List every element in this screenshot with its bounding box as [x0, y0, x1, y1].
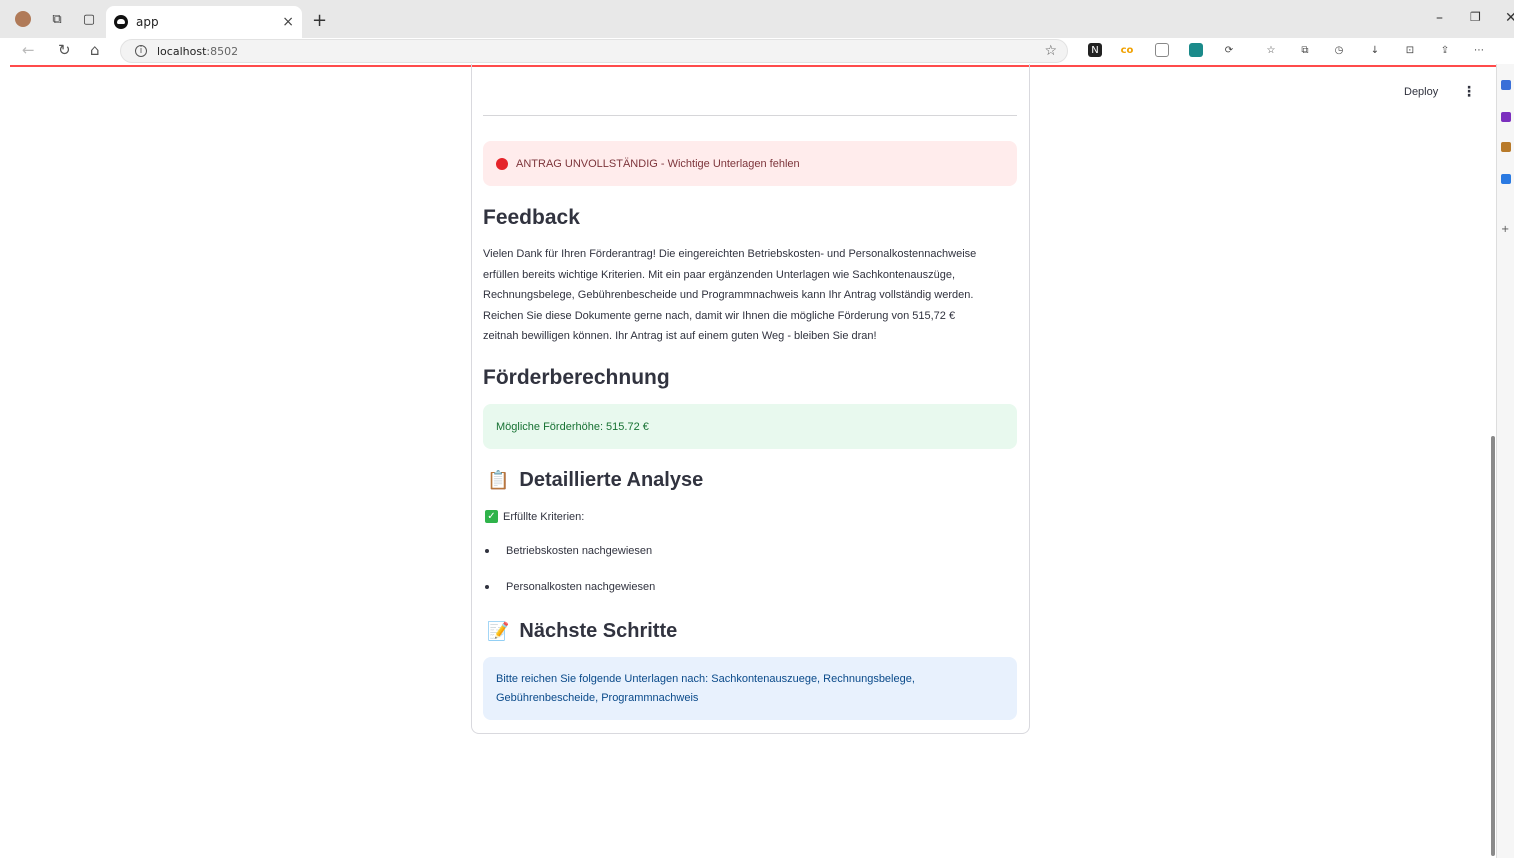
downloads-icon[interactable]: ↓ — [1368, 43, 1382, 57]
sidebar-app-2-icon[interactable] — [1501, 112, 1511, 122]
main-menu-icon[interactable]: ⋮ — [1462, 84, 1476, 100]
close-window-button[interactable]: ✕ — [1505, 10, 1514, 26]
criteria-label-text: Erfüllte Kriterien: — [503, 510, 585, 523]
sidebar-app-4-icon[interactable] — [1501, 174, 1511, 184]
restore-button[interactable]: ❐ — [1470, 10, 1481, 24]
profile-avatar-icon[interactable] — [14, 10, 32, 28]
back-icon[interactable]: ← — [22, 41, 35, 59]
status-alert-text: ANTRAG UNVOLLSTÄNDIG - Wichtige Unterlag… — [516, 157, 800, 170]
list-item: Betriebskosten nachgewiesen — [485, 545, 652, 557]
favorites-icon[interactable]: ☆ — [1264, 43, 1278, 57]
extension-5-icon[interactable]: ⟳ — [1222, 43, 1236, 57]
clipboard-icon: 📋 — [487, 470, 510, 490]
divider — [483, 115, 1017, 116]
tab-title: app — [136, 15, 159, 29]
sidebar-add-icon[interactable]: + — [1501, 224, 1511, 235]
tab-actions-icon[interactable]: ▢ — [80, 10, 98, 28]
browser-titlebar: ⧉ ▢ app × + – ❐ ✕ — [0, 0, 1514, 38]
url-port: :8502 — [206, 44, 239, 58]
feedback-text: Vielen Dank für Ihren Förderantrag! Die … — [483, 244, 1019, 347]
funding-result-text: Mögliche Förderhöhe: 515.72 € — [496, 420, 649, 433]
feedback-line: Reichen Sie diese Dokumente gerne nach, … — [483, 309, 956, 322]
feedback-heading: Feedback — [483, 206, 580, 229]
list-item-text: Betriebskosten nachgewiesen — [506, 545, 653, 557]
next-steps-line: Gebührenbescheide, Programmnachweis — [496, 691, 699, 704]
extension-4-icon[interactable] — [1189, 43, 1203, 57]
feedback-line: Rechnungsbelege, Gebührenbescheide und P… — [483, 289, 974, 302]
more-menu-icon[interactable]: ⋯ — [1472, 43, 1486, 57]
memo-icon: 📝 — [487, 621, 510, 641]
minimize-button[interactable]: – — [1436, 10, 1443, 26]
sidebar-app-1-icon[interactable] — [1501, 80, 1511, 90]
bullet-icon — [485, 549, 489, 553]
feedback-line: erfüllen bereits wichtige Kriterien. Mit… — [483, 268, 956, 281]
extension-3-icon[interactable] — [1155, 43, 1169, 57]
site-info-icon[interactable]: i — [135, 45, 147, 57]
next-steps-text: Bitte reichen Sie folgende Unterlagen na… — [496, 670, 915, 708]
tab-close-icon[interactable]: × — [282, 14, 294, 30]
next-steps-heading-text: Nächste Schritte — [519, 620, 678, 642]
status-alert: ANTRAG UNVOLLSTÄNDIG - Wichtige Unterlag… — [483, 141, 1017, 186]
share-icon[interactable]: ⇪ — [1438, 43, 1452, 57]
list-item: Personalkosten nachgewiesen — [485, 581, 655, 593]
next-steps-line: Bitte reichen Sie folgende Unterlagen na… — [496, 672, 915, 685]
workspaces-icon[interactable]: ⧉ — [48, 10, 66, 28]
home-icon[interactable]: ⌂ — [90, 41, 100, 59]
favorite-star-icon[interactable]: ☆ — [1044, 43, 1057, 59]
bullet-icon — [485, 585, 489, 589]
check-mark-icon: ✓ — [485, 510, 498, 523]
analysis-heading-text: Detaillierte Analyse — [519, 469, 704, 491]
list-item-text: Personalkosten nachgewiesen — [506, 581, 656, 593]
page-scrollbar[interactable] — [1491, 436, 1495, 856]
reload-icon[interactable]: ↻ — [58, 41, 71, 59]
new-tab-button[interactable]: + — [312, 10, 327, 31]
streamlit-favicon-icon — [114, 15, 128, 29]
next-steps-alert: Bitte reichen Sie folgende Unterlagen na… — [483, 657, 1017, 720]
browser-toolbar: ← ↻ ⌂ i localhost:8502 ☆ N co ⟳ ☆ ⧉ ◷ ↓ … — [0, 38, 1514, 64]
deploy-button[interactable]: Deploy — [1404, 86, 1438, 98]
history-icon[interactable]: ◷ — [1332, 43, 1346, 57]
extension-1-icon[interactable]: N — [1088, 43, 1102, 57]
funding-result-alert: Mögliche Förderhöhe: 515.72 € — [483, 404, 1017, 449]
red-circle-icon — [496, 157, 508, 170]
criteria-label: ✓ Erfüllte Kriterien: — [485, 510, 584, 523]
screenshot-icon[interactable]: ⊡ — [1403, 43, 1417, 57]
sidebar-app-3-icon[interactable] — [1501, 142, 1511, 152]
browser-tab[interactable]: app × — [106, 6, 302, 38]
url-host: localhost — [157, 44, 207, 58]
browser-sidebar: + — [1496, 64, 1514, 858]
extension-2-icon[interactable]: co — [1120, 43, 1134, 57]
calculation-heading: Förderberechnung — [483, 366, 670, 389]
collections-icon[interactable]: ⧉ — [1298, 43, 1312, 57]
feedback-line: zeitnah bewilligen können. Ihr Antrag is… — [483, 330, 877, 343]
next-steps-heading: 📝 Nächste Schritte — [487, 620, 677, 643]
analysis-heading: 📋 Detaillierte Analyse — [487, 469, 703, 492]
address-bar[interactable]: i localhost:8502 ☆ — [120, 39, 1068, 63]
feedback-line: Vielen Dank für Ihren Förderantrag! Die … — [483, 248, 977, 260]
